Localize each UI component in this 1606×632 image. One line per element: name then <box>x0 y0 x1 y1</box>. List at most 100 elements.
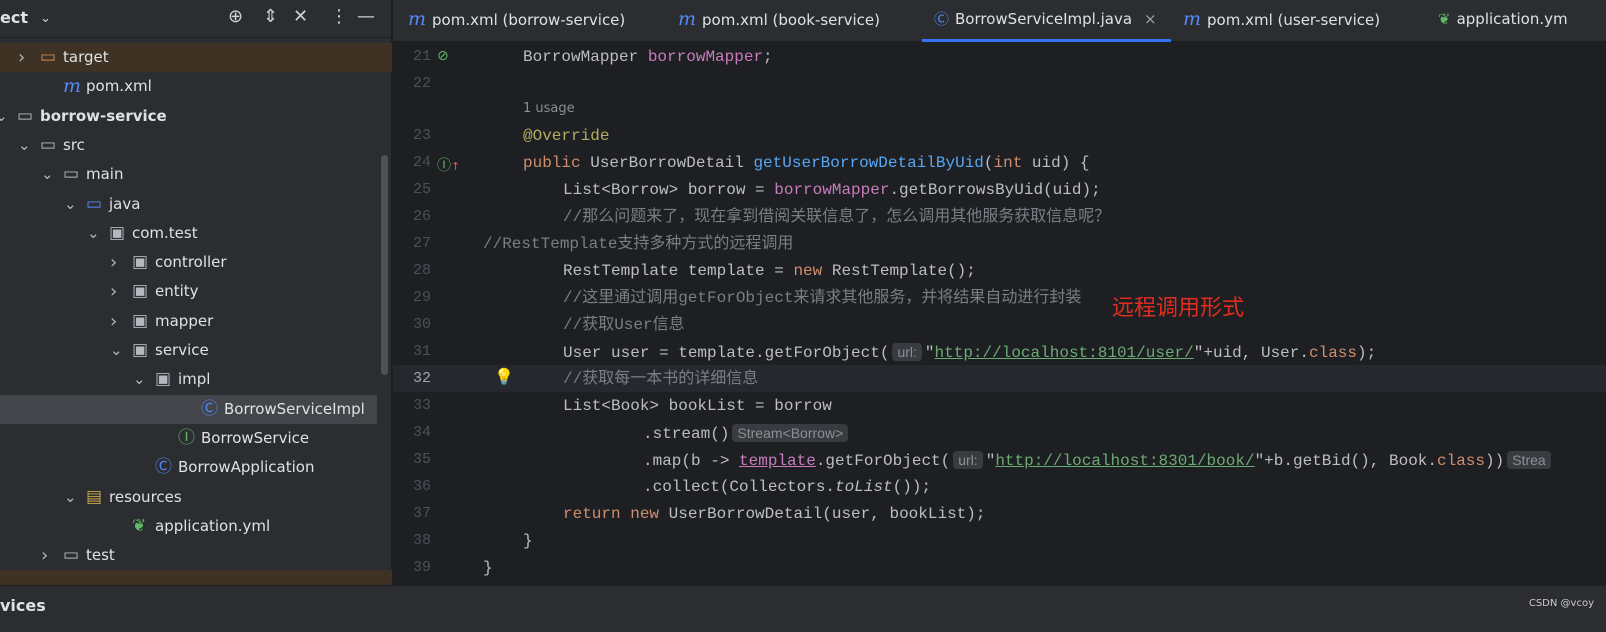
chevron-down-icon[interactable]: ⌄ <box>133 365 146 394</box>
class-icon: Ⓒ <box>201 398 218 419</box>
project-view-selector[interactable]: ect <box>0 8 28 27</box>
code-token: "+uid, User. <box>1193 344 1309 362</box>
code-line[interactable]: //RestTemplate支持多种方式的远程调用 <box>483 231 793 258</box>
chevron-right-icon[interactable]: › <box>110 277 117 306</box>
tree-item-test[interactable]: › ▭ test <box>0 541 392 570</box>
tree-item-pom-xml[interactable]: m pom.xml <box>0 72 392 101</box>
tree-item-borrowserviceimpl[interactable]: Ⓒ BorrowServiceImpl <box>0 394 377 424</box>
code-line[interactable]: BorrowMapper borrowMapper; <box>523 44 773 71</box>
tree-item-entity[interactable]: › ▣ entity <box>0 277 392 306</box>
tree-item-application-yml[interactable]: ❦ application.yml <box>0 512 392 541</box>
code-line[interactable]: //这里通过调用getForObject来请求其他服务，并将结果自动进行封装 <box>563 285 1081 312</box>
chevron-right-icon[interactable]: › <box>41 541 48 570</box>
code-token: ; <box>763 48 773 66</box>
code-token: http://localhost:8301/book/ <box>995 452 1255 470</box>
chevron-down-icon[interactable]: ⌄ <box>87 219 100 248</box>
code-token: class <box>1308 344 1357 362</box>
tree-item-main[interactable]: ⌄ ▭ main <box>0 160 392 189</box>
expand-all-icon[interactable]: ⇕ <box>263 6 278 27</box>
code-line[interactable]: return new UserBorrowDetail(user, bookLi… <box>563 501 985 528</box>
more-icon[interactable]: ⋮ <box>330 6 348 27</box>
project-panel: ect ⌄ ⊕ ⇕ ✕ ⋮ — › ▭ target m pom.xml ⌄ ▭ borrow… <box>0 0 392 585</box>
tree-scrollbar[interactable] <box>381 155 388 375</box>
code-line[interactable]: .stream() Stream<Borrow> <box>643 420 851 447</box>
tree-item-src[interactable]: ⌄ ▭ src <box>0 131 392 160</box>
code-line[interactable]: //获取User信息 <box>563 312 685 339</box>
code-line[interactable]: RestTemplate template = new RestTemplate… <box>563 258 976 285</box>
tab-borrowserviceimpl-java[interactable]: Ⓒ BorrowServiceImpl.java × <box>922 0 1171 42</box>
tab-label: pom.xml (borrow-service) <box>432 11 626 29</box>
minimize-icon[interactable]: — <box>357 6 375 27</box>
autowired-gutter-icon[interactable]: ⊘ <box>437 48 449 64</box>
tree-item-resources[interactable]: ⌄ ▤ resources <box>0 483 392 512</box>
tree-item-borrowapplication[interactable]: Ⓒ BorrowApplication <box>0 453 392 482</box>
implements-gutter-icon[interactable]: Ⓘ↑ <box>437 155 460 175</box>
chevron-down-icon[interactable]: ⌄ <box>41 160 54 189</box>
code-line[interactable]: } <box>523 528 533 555</box>
tree-item-controller[interactable]: › ▣ controller <box>0 248 392 277</box>
tab-pom-xml-book-service-[interactable]: m pom.xml (book-service) <box>678 0 880 42</box>
line-number: 22 <box>412 75 431 92</box>
tree-item-com-test[interactable]: ⌄ ▣ com.test <box>0 219 392 248</box>
code-token: uid) { <box>1031 154 1090 172</box>
code-line[interactable]: List<Book> bookList = borrow <box>563 393 832 420</box>
code-token: ); <box>1357 344 1377 362</box>
code-token: "+b.getBid(), Book. <box>1254 452 1437 470</box>
project-panel-header: ect ⌄ ⊕ ⇕ ✕ ⋮ — <box>0 0 391 38</box>
code-line[interactable]: //获取每一本书的详细信息 <box>563 366 758 393</box>
code-line[interactable]: } <box>483 555 493 582</box>
close-tab-icon[interactable]: × <box>1144 10 1157 28</box>
yaml-icon: ❦ <box>132 515 147 536</box>
chevron-down-icon[interactable]: ⌄ <box>64 483 77 512</box>
tree-item-target[interactable]: › ▭ target <box>0 43 392 72</box>
tree-item-service[interactable]: ⌄ ▣ service <box>0 336 392 365</box>
chevron-down-icon[interactable]: ⌄ <box>18 131 31 160</box>
tree-item-mapper[interactable]: › ▣ mapper <box>0 307 392 336</box>
code-line[interactable]: @Override <box>523 123 609 150</box>
package-icon: ▣ <box>132 310 149 331</box>
inlay-hint: url: <box>892 343 922 361</box>
code-token: .collect(Collectors. <box>643 478 836 496</box>
chevron-right-icon[interactable]: › <box>110 307 117 336</box>
tree-item-label: BorrowService <box>201 428 310 447</box>
yaml-icon: ❦ <box>1438 10 1451 28</box>
tree-item-label: src <box>63 135 85 154</box>
code-line[interactable]: List<Borrow> borrow = borrowMapper.getBo… <box>563 177 1101 204</box>
code-token: //那么问题来了，现在拿到借阅关联信息了，怎么调用其他服务获取信息呢？ <box>563 208 1111 226</box>
code-token: //RestTemplate支持多种方式的远程调用 <box>483 235 794 253</box>
locate-icon[interactable]: ⊕ <box>228 6 243 27</box>
tab-pom-xml-user-service-[interactable]: m pom.xml (user-service) <box>1183 0 1380 42</box>
code-token: ( <box>983 154 994 172</box>
code-line[interactable]: User user = template.getForObject(url: "h… <box>563 339 1376 366</box>
code-line[interactable]: .collect(Collectors.toList()); <box>643 474 931 501</box>
tree-item-label: test <box>86 546 115 565</box>
chevron-down-icon[interactable]: ⌄ <box>64 190 77 219</box>
folder-icon: ▭ <box>40 134 57 155</box>
code-line[interactable]: //那么问题来了，现在拿到借阅关联信息了，怎么调用其他服务获取信息呢？ <box>563 204 1110 231</box>
code-line[interactable]: .map(b -> template.getForObject(url: "htt… <box>643 447 1554 474</box>
chevron-right-icon[interactable]: › <box>110 248 117 277</box>
usage-hint[interactable]: 1 usage <box>523 101 575 116</box>
line-number: 23 <box>412 127 431 144</box>
tree-item-borrowservice[interactable]: Ⓘ BorrowService <box>0 424 392 453</box>
chevron-right-icon[interactable]: › <box>18 43 25 72</box>
tree-item-impl[interactable]: ⌄ ▣ impl <box>0 365 392 394</box>
services-panel-title[interactable]: vices <box>0 596 46 615</box>
tab-application-ym[interactable]: ❦ application.ym <box>1438 0 1568 42</box>
code-line[interactable]: public UserBorrowDetail getUserBorrowDet… <box>523 150 1090 177</box>
tab-pom-xml-borrow-service-[interactable]: m pom.xml (borrow-service) <box>408 0 625 42</box>
chevron-down-icon[interactable]: ⌄ <box>110 336 123 365</box>
code-token: .getBorrowsByUid(uid); <box>889 181 1101 199</box>
lightbulb-icon[interactable]: 💡 <box>494 367 514 386</box>
collapse-all-icon[interactable]: ✕ <box>293 6 308 27</box>
code-token: http://localhost:8101/user/ <box>934 344 1194 362</box>
tree-item-label: controller <box>155 253 227 272</box>
code-token: //获取User信息 <box>563 316 685 334</box>
chevron-down-icon[interactable]: ⌄ <box>0 102 8 131</box>
tree-item-borrow-service[interactable]: ⌄ ▭ borrow-service <box>0 102 392 131</box>
tree-item-java[interactable]: ⌄ ▭ java <box>0 190 392 219</box>
line-number: 33 <box>412 397 431 414</box>
code-token: )) <box>1485 452 1505 470</box>
chevron-down-icon[interactable]: ⌄ <box>40 11 51 26</box>
maven-icon: m <box>678 8 697 30</box>
